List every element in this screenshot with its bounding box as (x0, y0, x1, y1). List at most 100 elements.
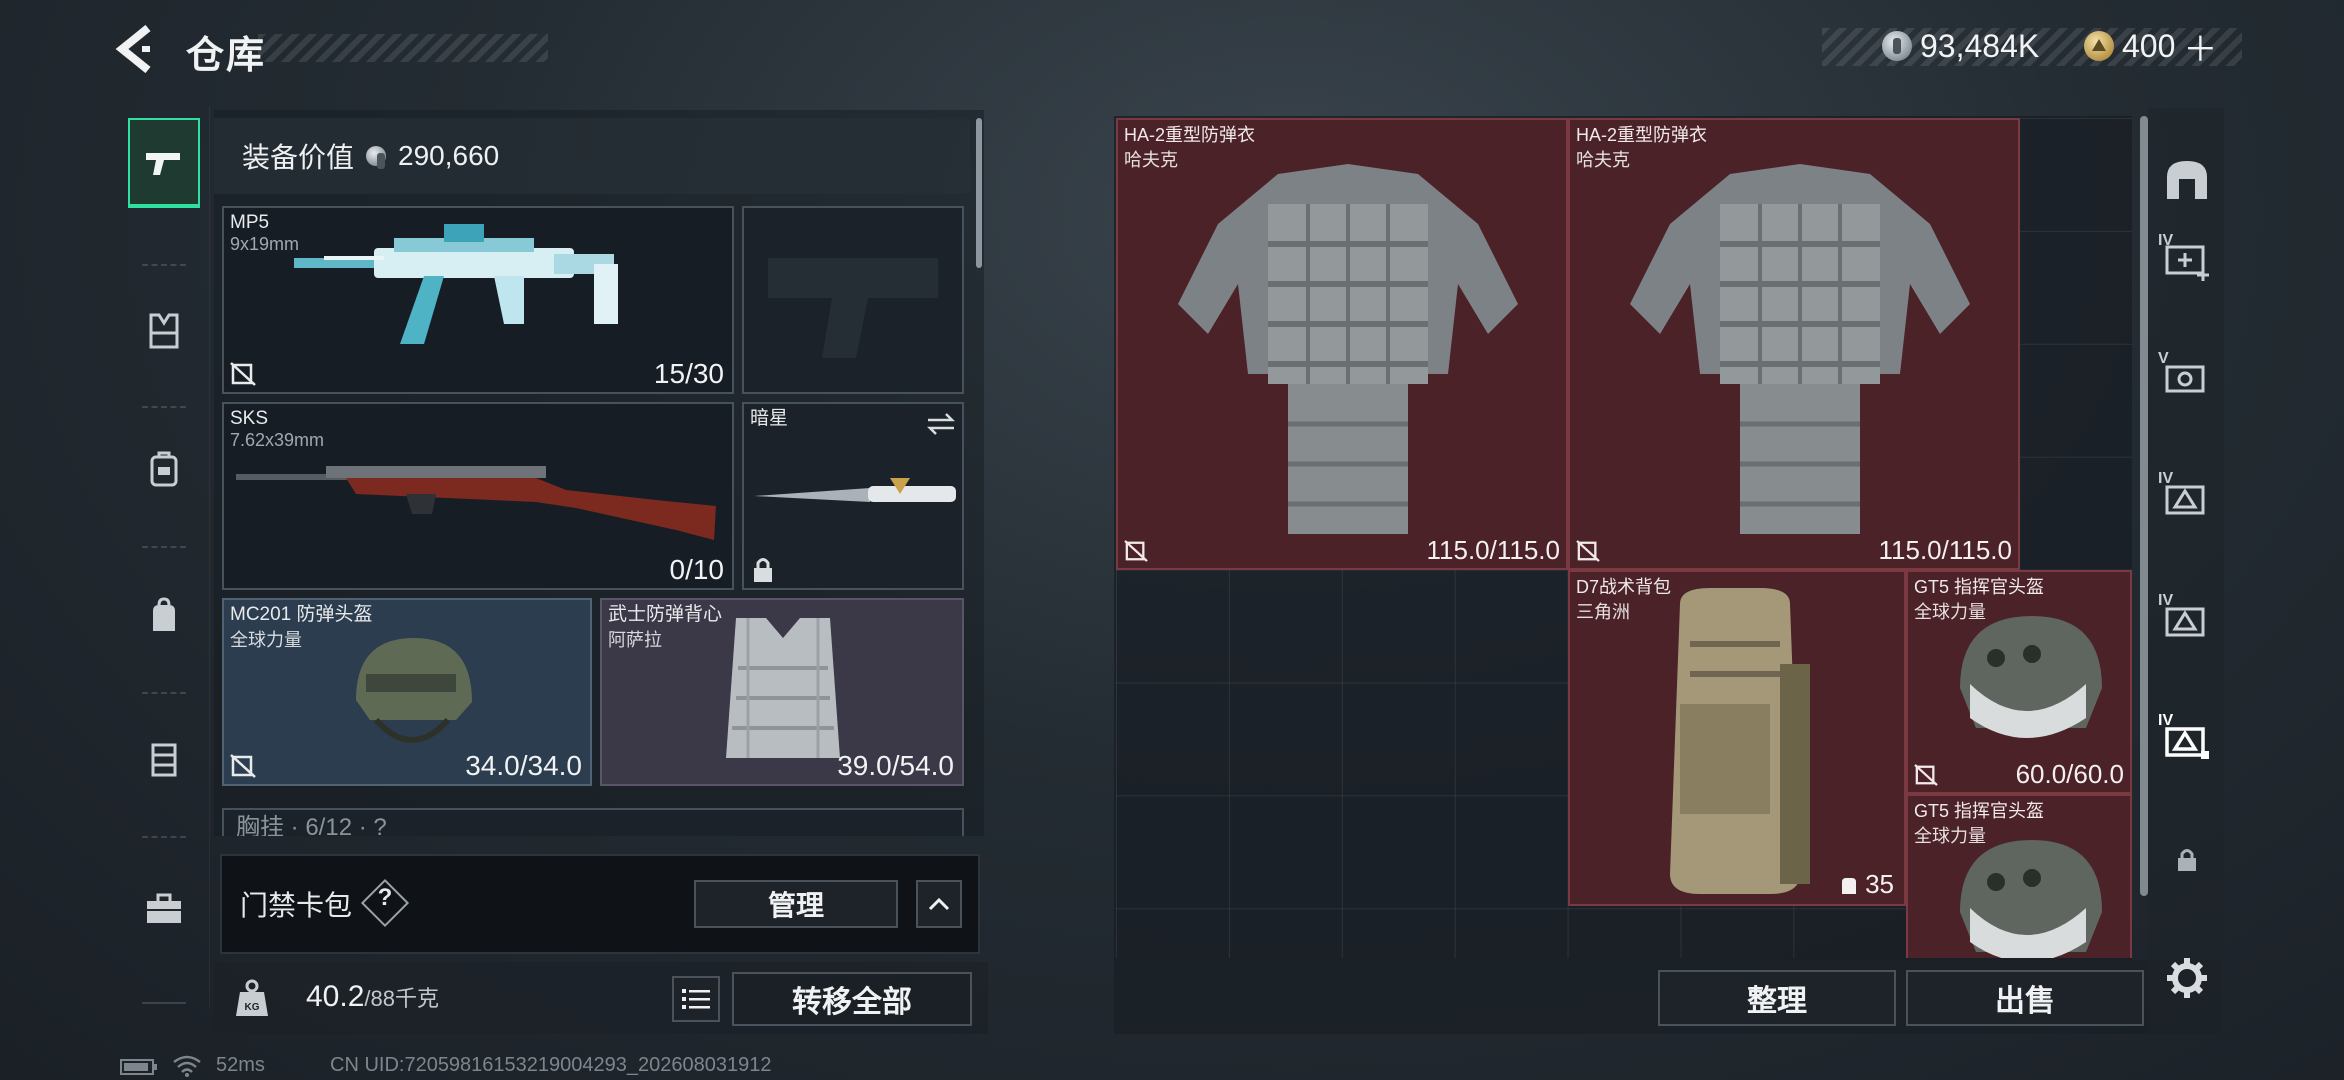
mp5-image (294, 224, 618, 344)
expand-button[interactable] (916, 880, 962, 928)
helmet-durability: 34.0/34.0 (465, 750, 582, 781)
item-durability: 115.0/115.0 (1426, 535, 1561, 565)
stash-triangle-icon (2165, 485, 2205, 515)
title-decor (258, 34, 548, 62)
secondary-weapon-ammo-count: 0/10 (669, 554, 725, 585)
primary-weapon-slot[interactable]: MP5 9x19mm 15/30 (222, 206, 734, 394)
helmet-image (356, 638, 472, 743)
lock-icon (754, 558, 772, 582)
rail-bag[interactable] (128, 572, 200, 662)
case-icon (151, 743, 177, 777)
category-rail (118, 106, 210, 1008)
item-durability: 60.0/60.0 (2015, 759, 2124, 789)
armor-name: 武士防弹背心 (608, 604, 723, 625)
backpack-image (1670, 588, 1810, 894)
no-insurance-icon (230, 362, 256, 386)
armor-brand: 阿萨拉 (608, 630, 662, 650)
back-arrow-icon (115, 24, 151, 74)
secondary-weapon-slot[interactable]: SKS 7.62x39mm 0/10 (222, 402, 734, 590)
add-stash-icon (2165, 245, 2209, 281)
weight-capacity: /88千克 (364, 986, 439, 1011)
heavy-armor-image (1630, 164, 1970, 534)
rail-case[interactable] (128, 714, 200, 804)
item-durability: 115.0/115.0 (1878, 535, 2013, 565)
stash-item-helmet[interactable]: GT5 指挥官头盔 全球力量 (1906, 794, 2132, 958)
primary-weapon-ammo-count: 15/30 (653, 358, 724, 389)
list-icon (682, 989, 710, 1009)
arrange-button[interactable]: 整理 (1658, 970, 1896, 1026)
stash-page-4[interactable] (2160, 592, 2214, 648)
toolbox-icon (147, 893, 181, 923)
svg-text:KG: KG (245, 1002, 260, 1013)
primary-weapon-name: MP5 (230, 212, 270, 233)
manage-button[interactable]: 管理 (694, 880, 898, 928)
weight-current: 40.2 (306, 980, 365, 1013)
stash-item-backpack[interactable]: D7战术背包 三角洲 35 (1568, 570, 1906, 906)
pistol-icon (146, 153, 180, 175)
stash-page-3[interactable] (2160, 470, 2214, 526)
rail-weapons[interactable] (128, 118, 200, 208)
weight-icon: KG (236, 979, 268, 1016)
stash-item-armor[interactable]: HA-2重型防弹衣 哈夫克 115.0/115.0 (1568, 118, 2020, 570)
no-insurance-icon (1914, 764, 1938, 786)
vest-icon (149, 313, 179, 349)
melee-name: 暗星 (750, 408, 789, 429)
gear-icon (2167, 958, 2207, 998)
stash-item-armor[interactable]: HA-2重型防弹衣 哈夫克 115.0/115.0 (1116, 118, 1568, 570)
currency-secondary: 400 ＋ (2084, 26, 2217, 69)
helmet-slot[interactable]: MC201 防弹头盔 全球力量 34.0/34.0 (222, 598, 592, 786)
stash-page-main[interactable] (2160, 152, 2214, 208)
stash-scrollbar[interactable] (2140, 116, 2148, 896)
stash-page-add[interactable] (2160, 232, 2214, 288)
add-currency-button[interactable]: ＋ (2183, 22, 2217, 71)
safehouse-icon (2167, 161, 2207, 199)
keycard-bag-label: 门禁卡包 (240, 890, 353, 921)
no-insurance-icon (1576, 540, 1600, 562)
armor-slot[interactable]: 武士防弹背心 阿萨拉 39.0/54.0 (600, 598, 964, 786)
settings-button[interactable] (2160, 950, 2214, 1006)
hafu-coin-icon (1882, 31, 1912, 61)
battery-icon (120, 1059, 157, 1075)
equipment-value-row: 装备价值 290,660 (214, 118, 970, 194)
rail-toolbox[interactable] (128, 864, 200, 954)
bag-icon (153, 597, 175, 631)
chest-rig-slot[interactable]: 胸挂 · 6/12 · ? (222, 808, 964, 836)
helmet-brand: 全球力量 (230, 630, 302, 650)
lock-icon (2178, 849, 2196, 871)
stash-page-2[interactable] (2160, 350, 2214, 406)
equipment-value: 290,660 (398, 140, 500, 171)
secondary-weapon-name: SKS (230, 408, 269, 429)
stash-page-locked[interactable] (2160, 832, 2214, 888)
melee-slot[interactable]: 暗星 (742, 402, 964, 590)
pistol-slot[interactable] (742, 206, 964, 394)
delta-coin-icon (2084, 31, 2114, 61)
currency-primary-value: 93,484K (1920, 27, 2040, 64)
vest-image (726, 618, 840, 758)
backpack-icon (150, 451, 178, 487)
hafu-coin-icon (366, 146, 387, 169)
stash-page-5-active[interactable] (2160, 712, 2214, 768)
equipment-scrollbar[interactable] (976, 118, 982, 268)
stash-triangle-icon (2165, 607, 2205, 637)
gt5-helmet-image (1960, 840, 2102, 958)
stash-item-helmet[interactable]: GT5 指挥官头盔 全球力量 60.0/60.0 (1906, 570, 2132, 794)
page-title: 仓库 (186, 35, 267, 77)
item-brand: 三角洲 (1576, 602, 1630, 622)
backpack-capacity: 35 (1839, 869, 1894, 900)
sell-button[interactable]: 出售 (1906, 970, 2144, 1026)
uid-readout: CN UID:72059816153219004293_202608031912 (330, 1054, 772, 1076)
transfer-all-button[interactable]: 转移全部 (732, 972, 972, 1026)
swap-icon[interactable] (926, 412, 956, 436)
back-button[interactable] (112, 22, 162, 76)
heavy-armor-image (1178, 164, 1518, 534)
wifi-icon (173, 1055, 201, 1077)
list-view-button[interactable] (672, 976, 720, 1022)
sks-image (236, 466, 716, 540)
rail-armor[interactable] (128, 286, 200, 376)
rail-helmet[interactable] (128, 424, 200, 514)
pistol-silhouette-icon (768, 258, 938, 358)
chevron-up-icon (928, 897, 950, 911)
weight-readout: 40.2/88千克 (306, 980, 439, 1014)
knife-image (754, 478, 956, 502)
currency-primary: 93,484K (1882, 26, 2039, 66)
